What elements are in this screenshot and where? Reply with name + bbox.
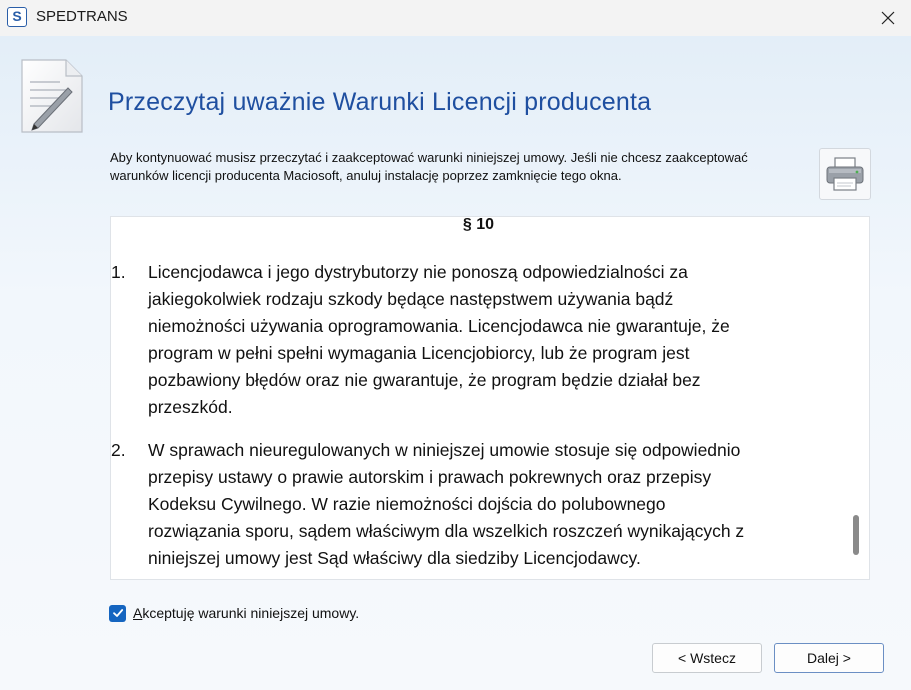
accept-label-mnemonic: A bbox=[133, 605, 143, 621]
close-icon bbox=[881, 11, 895, 25]
section-heading: § 10 bbox=[462, 216, 495, 233]
printer-icon bbox=[826, 157, 864, 191]
accept-label[interactable]: Akceptuję warunki niniejszej umowy. bbox=[133, 605, 359, 621]
accept-checkbox[interactable] bbox=[109, 604, 126, 622]
clause-line: program w pełni spełni wymagania Licencj… bbox=[148, 343, 690, 363]
print-button[interactable] bbox=[819, 148, 871, 200]
clause-line: niemożności używania oprogramowania. Lic… bbox=[148, 316, 730, 336]
clause-text: Licencjodawca i jego dystrybutorzy nie p… bbox=[148, 259, 848, 421]
license-text-box[interactable]: § 10 1. Licencjodawca i jego dystrybutor… bbox=[110, 216, 870, 580]
clause-line: niniejszej umowy jest Sąd właściwy dla s… bbox=[148, 548, 641, 568]
back-button[interactable]: < Wstecz bbox=[652, 643, 762, 673]
document-pen-icon bbox=[20, 58, 84, 139]
accept-label-text: kceptuję warunki niniejszej umowy. bbox=[142, 605, 360, 621]
title-bar: S SPEDTRANS bbox=[0, 0, 911, 36]
clause-line: Licencjodawca i jego dystrybutorzy nie p… bbox=[148, 262, 688, 282]
checkmark-icon bbox=[112, 609, 123, 617]
clause-number: 2. bbox=[111, 440, 126, 460]
clause-line: przepisy ustawy o prawie autorskim i pra… bbox=[148, 467, 712, 487]
intro-text: Aby kontynuować musisz przeczytać i zaak… bbox=[110, 150, 748, 183]
clause-line: przeszkód. bbox=[148, 397, 233, 417]
clause-number: 1. bbox=[111, 262, 126, 282]
page-title: Przeczytaj uważnie Warunki Licencji prod… bbox=[108, 88, 652, 116]
clause-line: pozbawiony błędów oraz nie gwarantuje, ż… bbox=[148, 370, 701, 390]
window-title: SPEDTRANS bbox=[36, 8, 128, 25]
clause-line: Kodeksu Cywilnego. W razie niemożności d… bbox=[148, 494, 666, 514]
dialog-content: Przeczytaj uważnie Warunki Licencji prod… bbox=[0, 36, 911, 690]
accept-checkbox-row[interactable]: Akceptuję warunki niniejszej umowy. bbox=[109, 603, 359, 623]
clause-line: jakiegokolwiek rodzaju szkody będące nas… bbox=[148, 289, 674, 309]
scrollbar-thumb[interactable] bbox=[853, 515, 859, 555]
clause-text: W sprawach nieuregulowanych w niniejszej… bbox=[148, 437, 848, 572]
clause-line: W sprawach nieuregulowanych w niniejszej… bbox=[148, 440, 741, 460]
close-button[interactable] bbox=[865, 0, 911, 36]
next-button[interactable]: Dalej > bbox=[774, 643, 884, 673]
app-logo-icon: S bbox=[7, 7, 27, 27]
clause-line: rozwiązania sporu, sądem właściwym dla w… bbox=[148, 521, 745, 541]
